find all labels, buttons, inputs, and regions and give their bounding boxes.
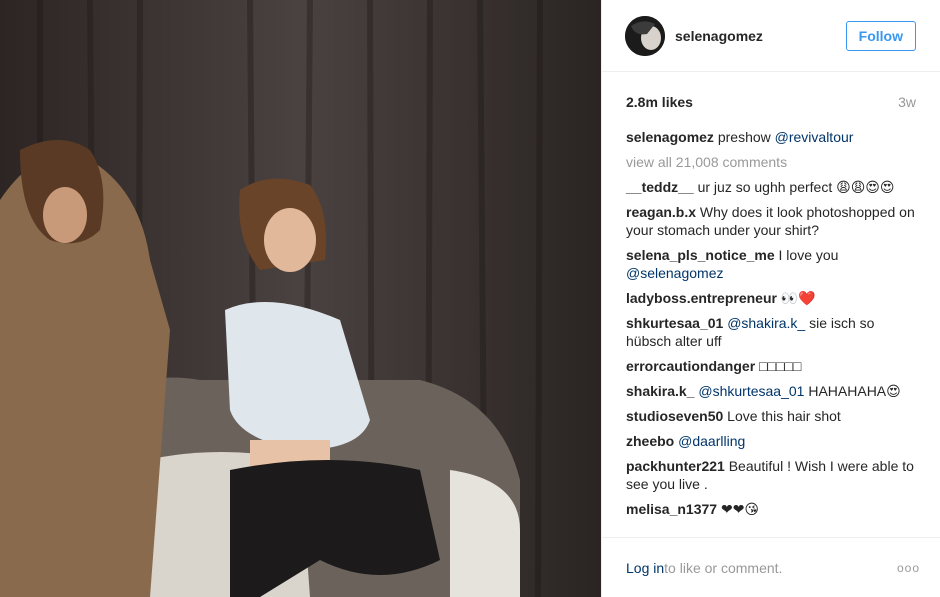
comment-item: selena_pls_notice_me I love you @selenag… xyxy=(626,246,918,282)
caption: selenagomez preshow @revivaltour xyxy=(626,128,918,146)
caption-mention[interactable]: @revivaltour xyxy=(775,129,854,145)
avatar-image-icon xyxy=(625,15,665,56)
comment-username[interactable]: shakira.k_ xyxy=(626,383,695,399)
comment-username[interactable]: studioseven50 xyxy=(626,408,723,424)
likes-count[interactable]: 2.8m likes xyxy=(626,94,693,110)
comment-username[interactable]: selena_pls_notice_me xyxy=(626,247,775,263)
follow-button[interactable]: Follow xyxy=(845,20,916,51)
comment-username[interactable]: __teddz__ xyxy=(626,179,694,195)
comment-username[interactable]: ladyboss.entrepreneur xyxy=(626,290,777,306)
comment-item: errorcautiondanger □□□□□ xyxy=(626,357,918,375)
comment-mention[interactable]: @shkurtesaa_01 xyxy=(698,383,804,399)
comment-list: selenagomez preshow @revivaltour view al… xyxy=(602,110,940,518)
comment-item: reagan.b.x Why does it look photoshopped… xyxy=(626,203,918,239)
comment-mention[interactable]: @shakira.k_ xyxy=(727,315,805,331)
more-options-icon[interactable]: ooo xyxy=(897,561,920,575)
comment-item: shkurtesaa_01 @shakira.k_ sie isch so hü… xyxy=(626,314,918,350)
post-photo[interactable] xyxy=(0,0,601,597)
comment-item: melisa_n1377 ❤❤😘 xyxy=(626,500,918,518)
comment-username[interactable]: zheebo xyxy=(626,433,674,449)
comment-item: shakira.k_ @shkurtesaa_01 HAHAHAHA😍 xyxy=(626,382,918,400)
post-footer: Log in to like or comment. ooo xyxy=(602,537,940,597)
comment-item: packhunter221 Beautiful ! Wish I were ab… xyxy=(626,457,918,493)
comment-text: 👀❤️ xyxy=(776,290,816,306)
comment-text: HAHAHAHA😍 xyxy=(804,383,901,399)
comment-text: □□□□□ xyxy=(755,358,802,374)
post-time[interactable]: 3w xyxy=(898,94,916,110)
comment-mention[interactable]: @daarlling xyxy=(678,433,745,449)
login-prompt: to like or comment. xyxy=(664,559,783,576)
username-link[interactable]: selenagomez xyxy=(675,28,846,44)
post-meta: 2.8m likes 3w xyxy=(602,72,940,110)
comment-text: Love this hair shot xyxy=(723,408,841,424)
view-all-comments-link[interactable]: view all 21,008 comments xyxy=(626,153,918,171)
comment-item: zheebo @daarlling xyxy=(626,432,918,450)
login-link[interactable]: Log in xyxy=(626,560,664,576)
photo-illustration xyxy=(0,0,601,597)
comment-username[interactable]: shkurtesaa_01 xyxy=(626,315,723,331)
comment-item: ladyboss.entrepreneur 👀❤️ xyxy=(626,289,918,307)
comment-mention[interactable]: @selenagomez xyxy=(626,265,724,281)
comment-text: ur juz so ughh perfect 😩😩😍😍 xyxy=(693,179,895,195)
post-header: selenagomez Follow xyxy=(602,0,940,72)
comment-username[interactable]: packhunter221 xyxy=(626,458,725,474)
comment-username[interactable]: melisa_n1377 xyxy=(626,501,717,517)
comment-item: studioseven50 Love this hair shot xyxy=(626,407,918,425)
caption-text: preshow xyxy=(717,129,771,145)
avatar[interactable] xyxy=(625,15,665,56)
caption-username[interactable]: selenagomez xyxy=(626,129,714,145)
comment-text: ❤❤😘 xyxy=(717,501,760,517)
comment-username[interactable]: errorcautiondanger xyxy=(626,358,755,374)
comment-item: __teddz__ ur juz so ughh perfect 😩😩😍😍 xyxy=(626,178,918,196)
comment-username[interactable]: reagan.b.x xyxy=(626,204,696,220)
comment-text: I love you xyxy=(774,247,839,263)
post-sidebar: selenagomez Follow 2.8m likes 3w selenag… xyxy=(601,0,940,597)
post-window: selenagomez Follow 2.8m likes 3w selenag… xyxy=(0,0,940,597)
